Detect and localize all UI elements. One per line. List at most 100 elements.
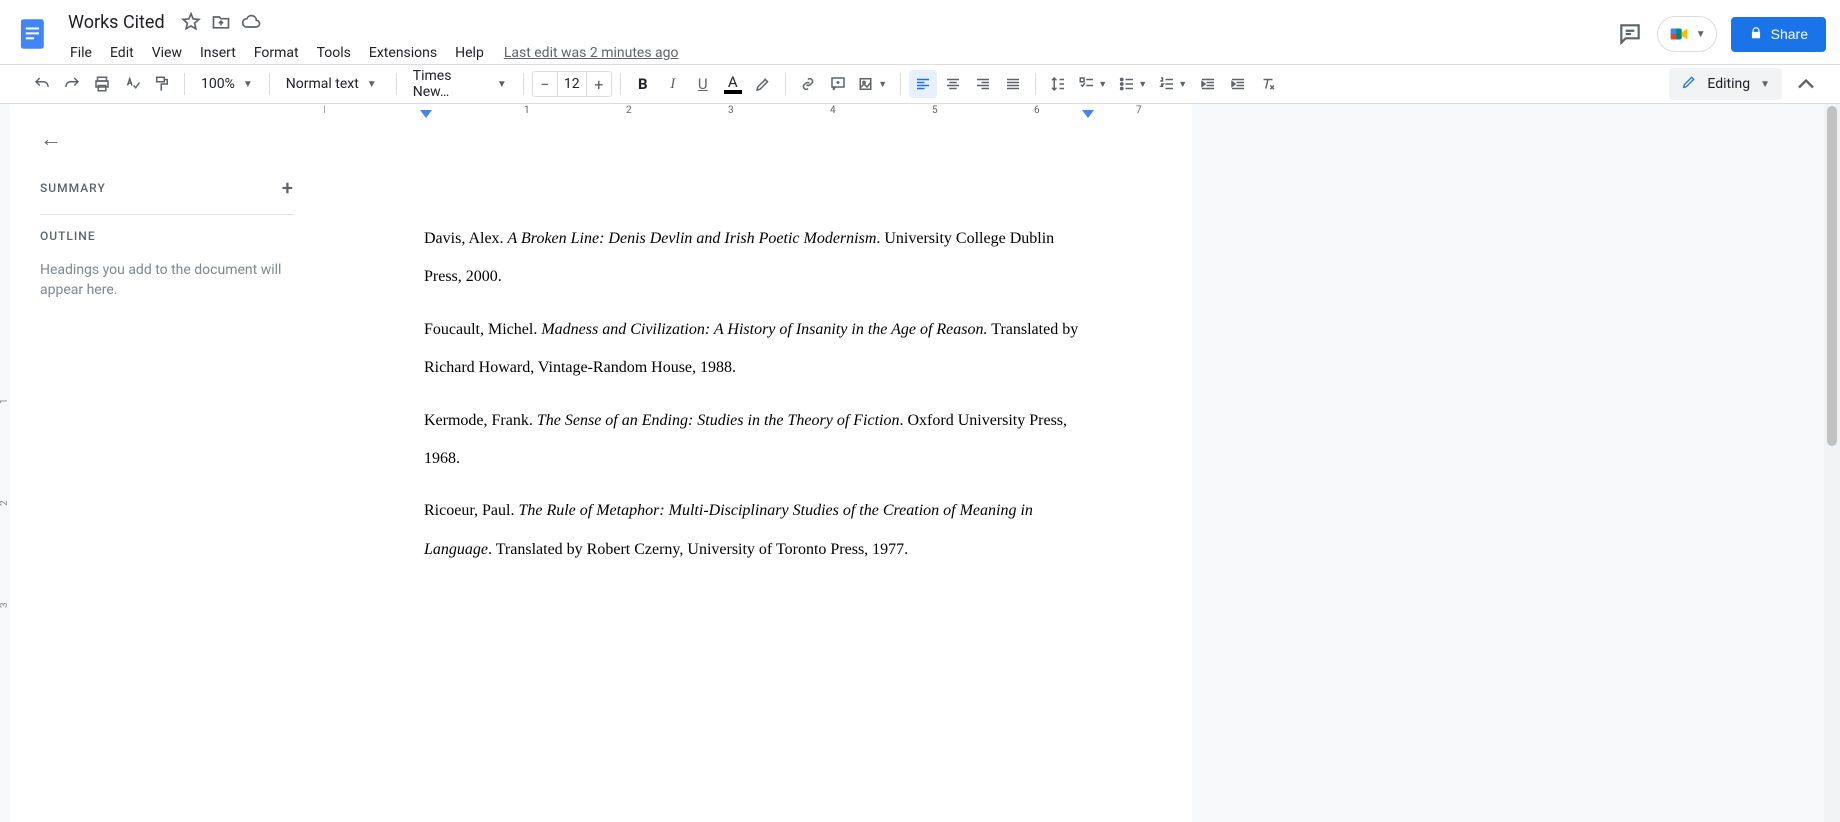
underline-button[interactable]: U (689, 70, 717, 98)
share-button[interactable]: Share (1731, 17, 1826, 52)
align-justify-button[interactable] (999, 70, 1027, 98)
decrease-indent-button[interactable] (1194, 70, 1222, 98)
menu-file[interactable]: File (62, 41, 100, 65)
pencil-icon (1681, 74, 1697, 94)
last-edit-link[interactable]: Last edit was 2 minutes ago (504, 45, 679, 61)
comments-icon[interactable] (1617, 21, 1643, 47)
outline-label: OUTLINE (40, 229, 294, 243)
ruler-number: 1 (524, 105, 530, 116)
star-icon[interactable] (181, 12, 201, 32)
ruler-number: 6 (1034, 105, 1040, 116)
ruler-number: 4 (830, 105, 836, 116)
menu-bar: File Edit View Insert Format Tools Exten… (62, 38, 1617, 68)
separator (1035, 73, 1036, 95)
italic-button[interactable]: I (659, 70, 687, 98)
menu-insert[interactable]: Insert (192, 41, 244, 65)
outline-sidebar: ← SUMMARY + OUTLINE Headings you add to … (10, 104, 324, 822)
clear-formatting-button[interactable] (1254, 70, 1282, 98)
separator (900, 73, 901, 95)
menu-help[interactable]: Help (447, 41, 492, 65)
chevron-down-icon: ▼ (243, 79, 253, 90)
increase-indent-button[interactable] (1224, 70, 1252, 98)
lock-icon (1749, 26, 1763, 43)
menu-tools[interactable]: Tools (309, 41, 359, 65)
scrollbar-thumb[interactable] (1827, 106, 1837, 446)
numbered-list-button[interactable]: ▼ (1154, 70, 1192, 98)
bulleted-list-button[interactable]: ▼ (1114, 70, 1152, 98)
mode-label: Editing (1707, 76, 1750, 92)
entry-title: Madness and Civilization: A History of I… (541, 321, 987, 338)
style-value: Normal text (286, 76, 359, 92)
text-color-button[interactable]: A (719, 70, 747, 98)
add-summary-button[interactable]: + (282, 176, 294, 200)
redo-button[interactable] (58, 70, 86, 98)
entry-text: Kermode, Frank. (424, 412, 537, 429)
separator (620, 73, 621, 95)
add-comment-button[interactable] (824, 70, 852, 98)
scrollbar[interactable] (1824, 104, 1840, 822)
menu-edit[interactable]: Edit (102, 41, 142, 65)
chevron-down-icon: ▼ (497, 79, 507, 90)
menu-extensions[interactable]: Extensions (361, 41, 445, 65)
title-area: Works Cited File Edit View Insert Format… (62, 8, 1617, 68)
separator (269, 73, 270, 95)
insert-image-button[interactable]: ▼ (854, 70, 892, 98)
document-title[interactable]: Works Cited (62, 10, 171, 35)
ruler-number: 2 (626, 105, 632, 116)
page[interactable]: Davis, Alex. A Broken Line: Denis Devlin… (324, 120, 1192, 822)
outline-hint: Headings you add to the document will ap… (40, 261, 294, 300)
print-button[interactable] (88, 70, 116, 98)
chevron-down-icon: ▼ (878, 79, 887, 90)
header-actions: ▼ Share (1617, 8, 1826, 52)
align-right-button[interactable] (969, 70, 997, 98)
app-header: Works Cited File Edit View Insert Format… (0, 0, 1840, 64)
chevron-down-icon: ▼ (1178, 79, 1187, 90)
increase-font-button[interactable]: + (587, 75, 611, 94)
entry-text: Davis, Alex. (424, 230, 508, 247)
chevron-down-icon: ▼ (367, 79, 377, 90)
hide-menus-button[interactable] (1792, 70, 1820, 98)
workspace: 1 2 3 ← SUMMARY + OUTLINE Headings you a… (0, 104, 1840, 822)
menu-view[interactable]: View (144, 41, 190, 65)
mode-select[interactable]: Editing ▼ (1669, 68, 1782, 100)
close-outline-button[interactable]: ← (40, 126, 294, 152)
undo-button[interactable] (28, 70, 56, 98)
separator (184, 73, 185, 95)
chevron-down-icon: ▼ (1760, 79, 1770, 90)
chevron-down-icon: ▼ (1696, 29, 1706, 40)
citation-entry: Ricoeur, Paul. The Rule of Metaphor: Mul… (424, 492, 1092, 569)
ruler-number: 7 (1136, 105, 1142, 116)
ruler-number: 5 (932, 105, 938, 116)
entry-text: Foucault, Michel. (424, 321, 541, 338)
horizontal-ruler[interactable]: 1 1 2 3 4 5 6 7 (324, 104, 1840, 120)
align-center-button[interactable] (939, 70, 967, 98)
entry-text: . Translated by Robert Czerny, Universit… (488, 541, 908, 558)
docs-logo[interactable] (14, 8, 54, 60)
meet-button[interactable]: ▼ (1657, 16, 1717, 52)
menu-format[interactable]: Format (246, 41, 307, 65)
ruler-number: 1 (324, 105, 327, 116)
summary-label: SUMMARY (40, 181, 106, 195)
chevron-down-icon: ▼ (1098, 79, 1107, 90)
bold-button[interactable]: B (629, 70, 657, 98)
zoom-value: 100% (201, 76, 235, 92)
paint-format-button[interactable] (148, 70, 176, 98)
chevron-down-icon: ▼ (1138, 79, 1147, 90)
style-select[interactable]: Normal text ▼ (278, 70, 388, 98)
highlight-button[interactable] (749, 70, 777, 98)
vertical-ruler: 1 2 3 (0, 104, 10, 822)
spellcheck-button[interactable] (118, 70, 146, 98)
decrease-font-button[interactable]: − (533, 75, 557, 94)
checklist-button[interactable]: ▼ (1074, 70, 1112, 98)
insert-link-button[interactable] (794, 70, 822, 98)
divider (40, 214, 294, 215)
font-select[interactable]: Times New…▼ (405, 70, 515, 98)
align-left-button[interactable] (909, 70, 937, 98)
line-spacing-button[interactable] (1044, 70, 1072, 98)
zoom-select[interactable]: 100% ▼ (193, 70, 261, 98)
citation-entry: Foucault, Michel. Madness and Civilizati… (424, 311, 1092, 388)
share-label: Share (1771, 26, 1808, 42)
move-icon[interactable] (211, 12, 231, 32)
cloud-icon[interactable] (241, 12, 261, 32)
font-size-input[interactable]: 12 (557, 72, 587, 96)
